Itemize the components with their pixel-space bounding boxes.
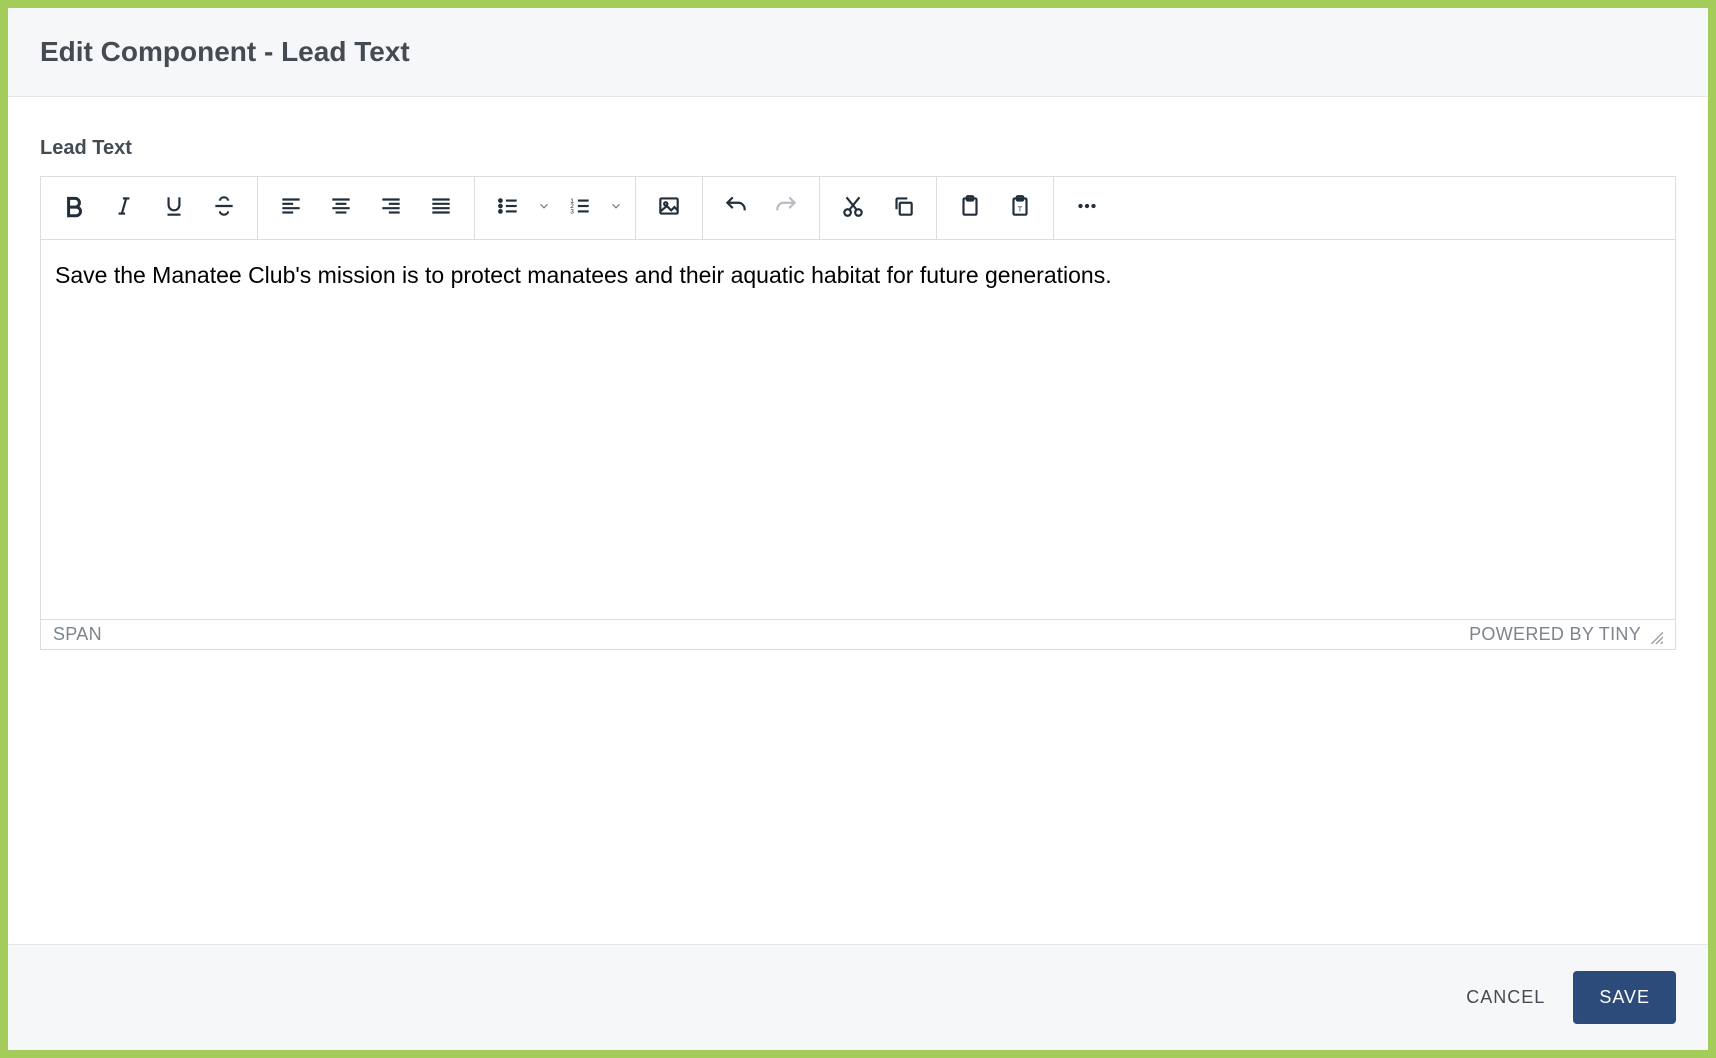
redo-icon [773, 193, 799, 224]
bullet-list-button[interactable] [485, 185, 531, 231]
toolbar-group-history [703, 177, 820, 239]
bullet-list-dropdown[interactable] [535, 185, 553, 231]
numbered-list-icon: 123 [567, 193, 593, 224]
strikethrough-button[interactable] [201, 185, 247, 231]
align-center-button[interactable] [318, 185, 364, 231]
italic-button[interactable] [101, 185, 147, 231]
align-right-icon [378, 193, 404, 224]
editor-branding[interactable]: POWERED BY TINY [1469, 624, 1641, 645]
editor-toolbar: 123 [41, 177, 1675, 239]
more-button[interactable] [1064, 185, 1110, 231]
cut-button[interactable] [830, 185, 876, 231]
align-right-button[interactable] [368, 185, 414, 231]
save-button[interactable]: SAVE [1573, 971, 1676, 1024]
element-path[interactable]: SPAN [53, 624, 102, 645]
bold-icon [61, 193, 87, 224]
copy-icon [890, 193, 916, 224]
italic-icon [111, 193, 137, 224]
cut-icon [840, 193, 866, 224]
align-justify-icon [428, 193, 454, 224]
align-justify-button[interactable] [418, 185, 464, 231]
align-left-button[interactable] [268, 185, 314, 231]
modal-footer: CANCEL SAVE [8, 944, 1708, 1050]
align-left-icon [278, 193, 304, 224]
modal-header: Edit Component - Lead Text [8, 8, 1708, 97]
align-center-icon [328, 193, 354, 224]
underline-icon [161, 193, 187, 224]
bold-button[interactable] [51, 185, 97, 231]
toolbar-group-text-style [41, 177, 258, 239]
undo-icon [723, 193, 749, 224]
paste-text-button[interactable]: T [997, 185, 1043, 231]
undo-button[interactable] [713, 185, 759, 231]
insert-image-button[interactable] [646, 185, 692, 231]
numbered-list-dropdown[interactable] [607, 185, 625, 231]
edit-component-modal: Edit Component - Lead Text Lead Text [8, 8, 1708, 1050]
modal-title: Edit Component - Lead Text [40, 36, 1676, 68]
numbered-list-button[interactable]: 123 [557, 185, 603, 231]
strikethrough-icon [211, 193, 237, 224]
chevron-down-icon [537, 199, 551, 218]
more-icon [1074, 193, 1100, 224]
resize-handle[interactable] [1649, 628, 1663, 642]
editor-content-area[interactable]: Save the Manatee Club's mission is to pr… [41, 239, 1675, 619]
image-icon [656, 193, 682, 224]
svg-text:3: 3 [570, 208, 574, 215]
rich-text-editor: 123 [40, 176, 1676, 650]
modal-body: Lead Text [8, 97, 1708, 944]
copy-button[interactable] [880, 185, 926, 231]
bullet-list-icon [495, 193, 521, 224]
toolbar-group-insert [636, 177, 703, 239]
underline-button[interactable] [151, 185, 197, 231]
toolbar-group-paste: T [937, 177, 1054, 239]
chevron-down-icon [609, 199, 623, 218]
field-label-lead-text: Lead Text [40, 137, 1676, 160]
toolbar-group-list: 123 [475, 177, 636, 239]
svg-text:T: T [1018, 204, 1023, 213]
redo-button[interactable] [763, 185, 809, 231]
toolbar-group-align [258, 177, 475, 239]
cancel-button[interactable]: CANCEL [1466, 987, 1545, 1008]
paste-text-icon: T [1007, 193, 1033, 224]
editor-status-bar: SPAN POWERED BY TINY [41, 619, 1675, 649]
toolbar-group-more [1054, 177, 1120, 239]
paste-icon [957, 193, 983, 224]
toolbar-group-clipboard [820, 177, 937, 239]
paste-button[interactable] [947, 185, 993, 231]
